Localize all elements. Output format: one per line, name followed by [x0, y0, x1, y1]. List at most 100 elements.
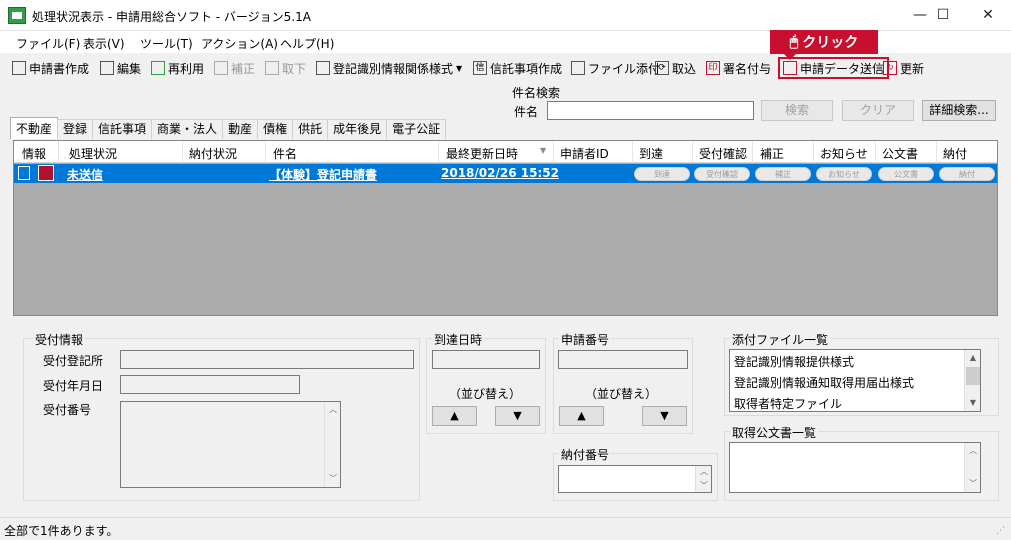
- column-header-official-doc[interactable]: 公文書: [882, 145, 918, 162]
- attach-file-button[interactable]: ファイル添付: [571, 59, 660, 77]
- menu-file[interactable]: ファイル(F): [16, 35, 80, 52]
- app-icon: [8, 7, 26, 24]
- scroll-up-icon[interactable]: ︿: [325, 402, 341, 418]
- sign-button[interactable]: 印署名付与: [706, 59, 771, 77]
- row-updated[interactable]: 2018/02/26 15:52: [441, 166, 559, 180]
- scroll-down-icon[interactable]: ﹀: [965, 476, 981, 492]
- scroll-up-icon[interactable]: ︿: [965, 443, 981, 459]
- tab-registration[interactable]: 登録: [57, 119, 94, 139]
- refresh-button[interactable]: ↻ 更新: [883, 59, 924, 77]
- reception-number-field[interactable]: ︿ ﹀: [120, 401, 341, 488]
- table-row[interactable]: 未送信 【体験】登記申請書 2018/02/26 15:52 到達 受付確認 補…: [14, 164, 997, 183]
- scrollbar[interactable]: ▲ ▼: [964, 350, 980, 411]
- attachments-list[interactable]: 登記識別情報提供様式 登記識別情報通知取得用届出様式 取得者特定ファイル ▲ ▼: [729, 349, 981, 412]
- tab-deposit[interactable]: 供託: [292, 119, 329, 139]
- list-item[interactable]: 登記識別情報提供様式: [734, 353, 854, 370]
- scroll-up-icon[interactable]: ▲: [965, 350, 981, 366]
- resize-grip-icon[interactable]: ⋰: [996, 526, 1005, 536]
- receipt-pill[interactable]: 受付確認: [694, 167, 750, 181]
- tab-guardianship[interactable]: 成年後見: [327, 119, 388, 139]
- withdraw-icon: [265, 61, 279, 75]
- scrollbar[interactable]: ︿ ﹀: [324, 402, 340, 487]
- reception-date-field[interactable]: [120, 375, 300, 394]
- official-doc-pill[interactable]: 公文書: [878, 167, 934, 181]
- official-docs-legend: 取得公文書一覧: [730, 424, 819, 441]
- row-status[interactable]: 未送信: [67, 166, 103, 183]
- scroll-down-icon[interactable]: ﹀: [325, 471, 341, 487]
- import-icon: ⟳: [655, 61, 669, 75]
- close-button[interactable]: ✕: [965, 0, 1011, 31]
- tab-receivables[interactable]: 債権: [257, 119, 294, 139]
- document-icon: [12, 61, 26, 75]
- search-label: 件名: [514, 105, 539, 119]
- callout-text: クリック: [802, 35, 859, 51]
- tab-trust[interactable]: 信託事項: [92, 119, 153, 139]
- scroll-thumb[interactable]: [966, 367, 980, 385]
- list-item[interactable]: 取得者特定ファイル: [734, 395, 842, 412]
- edit-button[interactable]: 編集: [100, 59, 141, 77]
- status-grid: 情報 処理状況 納付状況 件名 最終更新日時 ▼ 申請者ID 到達 受付確認 補…: [13, 140, 998, 316]
- arrival-sort-down-button[interactable]: ▼: [495, 406, 540, 426]
- attachments-legend: 添付ファイル一覧: [730, 331, 831, 348]
- scroll-down-icon[interactable]: ▼: [965, 395, 981, 411]
- trust-item-create-button[interactable]: 信信託事項作成: [473, 59, 562, 77]
- notice-pill[interactable]: お知らせ: [816, 167, 872, 181]
- column-header-pay[interactable]: 納付: [943, 145, 967, 162]
- reuse-button[interactable]: 再利用: [151, 59, 204, 77]
- column-header-arrival[interactable]: 到達: [639, 145, 663, 162]
- scrollbar[interactable]: ︿ ﹀: [964, 443, 980, 492]
- import-button[interactable]: ⟳ 取込: [655, 59, 696, 77]
- app-number-sort-up-button[interactable]: ▲: [559, 406, 604, 426]
- official-docs-list[interactable]: ︿ ﹀: [729, 442, 981, 493]
- list-item[interactable]: 登記識別情報通知取得用届出様式: [734, 374, 914, 391]
- payment-number-field[interactable]: ︿ ﹀: [558, 465, 712, 493]
- reception-office-field[interactable]: [120, 350, 414, 369]
- arrival-pill[interactable]: 到達: [634, 167, 690, 181]
- registration-form-button[interactable]: 登記識別情報関係様式 ▼: [316, 59, 462, 77]
- amend-pill[interactable]: 補正: [755, 167, 811, 181]
- amend-icon: [214, 61, 228, 75]
- arrival-datetime-field[interactable]: [432, 350, 540, 369]
- app-number-field[interactable]: [558, 350, 688, 369]
- subject-search-input[interactable]: [547, 101, 754, 120]
- search-group-legend: 件名検索: [512, 86, 561, 100]
- maximize-button[interactable]: ☐: [920, 0, 966, 31]
- arrival-legend: 到達日時: [432, 331, 485, 348]
- column-header-updated[interactable]: 最終更新日時: [446, 145, 518, 162]
- tab-real-estate[interactable]: 不動産: [10, 117, 59, 139]
- refresh-icon: ↻: [883, 61, 897, 75]
- tab-notary[interactable]: 電子公証: [386, 119, 447, 139]
- column-header-status[interactable]: 処理状況: [69, 145, 117, 162]
- row-subject[interactable]: 【体験】登記申請書: [269, 166, 377, 183]
- search-button[interactable]: 検索: [761, 100, 833, 121]
- menu-tools[interactable]: ツール(T): [140, 35, 193, 52]
- seal-info-icon: [38, 165, 54, 181]
- column-header-amend[interactable]: 補正: [760, 145, 784, 162]
- edit-icon: [100, 61, 114, 75]
- scroll-down-icon[interactable]: ﹀: [696, 478, 712, 494]
- title-bar: 処理状況表示 - 申請用総合ソフト - バージョン5.1A — ☐ ✕: [0, 0, 1011, 31]
- tab-movables[interactable]: 動産: [222, 119, 259, 139]
- reception-number-label: 受付番号: [43, 403, 92, 417]
- pay-pill[interactable]: 納付: [939, 167, 995, 181]
- menu-view[interactable]: 表示(V): [83, 35, 125, 52]
- column-header-payment[interactable]: 納付状況: [189, 145, 237, 162]
- amend-button[interactable]: 補正: [214, 59, 255, 77]
- advanced-search-button[interactable]: 詳細検索...: [922, 100, 996, 121]
- column-header-subject[interactable]: 件名: [273, 145, 297, 162]
- arrival-sort-up-button[interactable]: ▲: [432, 406, 477, 426]
- menu-help[interactable]: ヘルプ(H): [280, 35, 334, 52]
- app-number-sort-down-button[interactable]: ▼: [642, 406, 687, 426]
- column-header-info[interactable]: 情報: [22, 145, 46, 162]
- withdraw-button[interactable]: 取下: [265, 59, 306, 77]
- column-header-applicant-id[interactable]: 申請者ID: [560, 145, 609, 162]
- column-header-notice[interactable]: お知らせ: [820, 145, 868, 162]
- submit-application-data-button[interactable]: 申請データ送信: [778, 57, 890, 79]
- tab-commercial[interactable]: 商業・法人: [151, 119, 224, 139]
- status-text: 全部で1件あります。: [4, 524, 119, 538]
- clear-button[interactable]: クリア: [842, 100, 914, 121]
- column-header-receipt[interactable]: 受付確認: [699, 145, 747, 162]
- create-application-button[interactable]: 申請書作成: [12, 59, 89, 77]
- scrollbar[interactable]: ︿ ﹀: [695, 466, 711, 492]
- menu-action[interactable]: アクション(A): [201, 35, 278, 52]
